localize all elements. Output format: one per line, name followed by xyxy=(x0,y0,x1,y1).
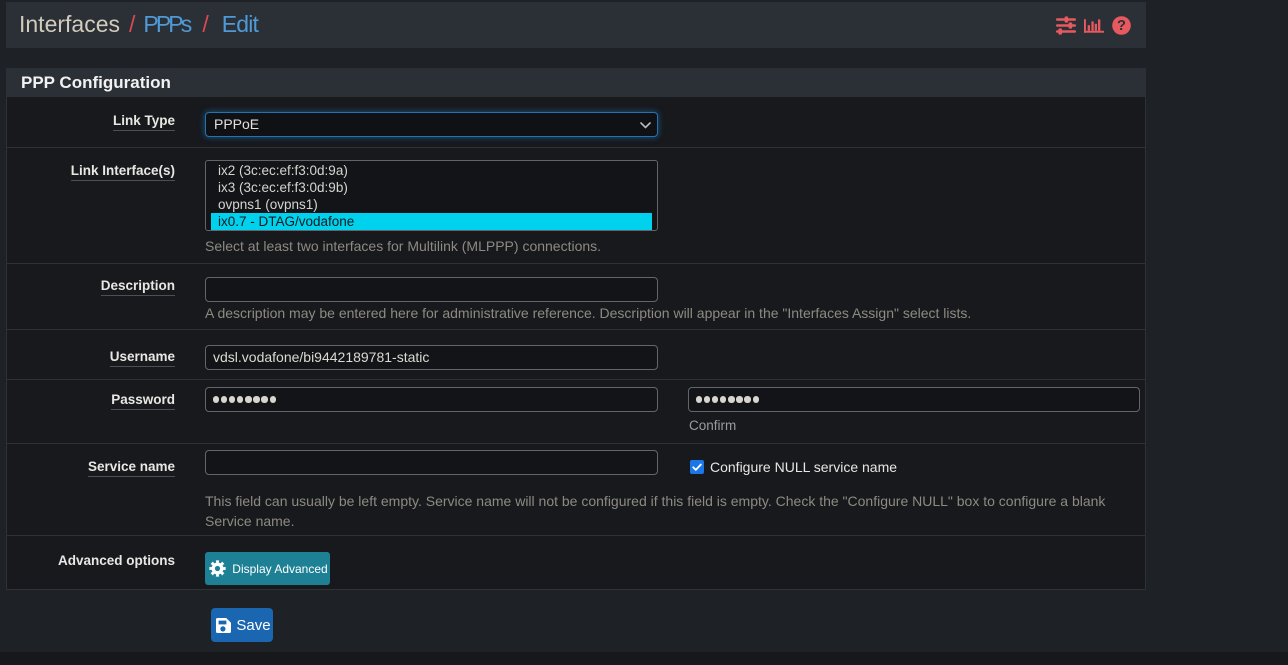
svg-text:?: ? xyxy=(1117,18,1126,34)
